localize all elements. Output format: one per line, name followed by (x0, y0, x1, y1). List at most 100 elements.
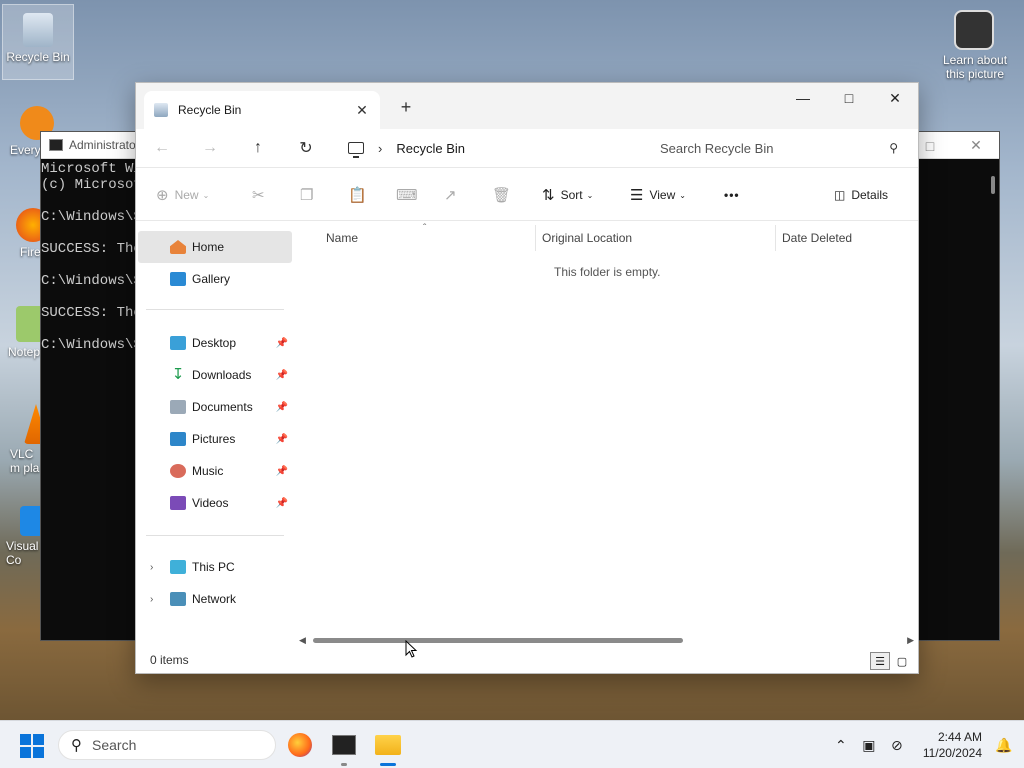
nav-item-gallery[interactable]: Gallery (138, 263, 292, 295)
file-explorer-window[interactable]: Recycle Bin ✕ + — □ ✕ ← → ↑ ↻ › Recycle … (135, 82, 919, 674)
start-button[interactable] (20, 734, 44, 758)
chevron-down-icon: ⌄ (679, 190, 686, 200)
paste-button[interactable]: 📋 (348, 168, 373, 222)
pin-icon[interactable]: 📌 (276, 434, 288, 445)
plus-circle-icon: ⊕ (156, 187, 169, 204)
this-pc-icon (170, 560, 186, 574)
details-pane-button[interactable]: ◫ Details (834, 168, 888, 222)
file-list-pane[interactable]: ˆ Name Original Location Date Deleted Th… (296, 223, 918, 643)
address-bar: ← → ↑ ↻ › Recycle Bin Search Recycle Bin… (136, 129, 918, 167)
pin-icon[interactable]: 📌 (276, 370, 288, 381)
nav-item-network[interactable]: › Network (138, 583, 292, 615)
nav-item-label: Downloads (192, 368, 252, 382)
copy-button[interactable]: ❐ (300, 168, 319, 222)
network-status-icon[interactable]: ▣ (855, 737, 883, 754)
scroll-left-icon[interactable]: ◀ (299, 635, 306, 646)
breadcrumb-item[interactable]: Recycle Bin (396, 141, 465, 156)
rename-button[interactable]: ⌨ (396, 168, 424, 222)
refresh-button[interactable]: ↻ (282, 129, 330, 167)
taskbar-firefox[interactable] (284, 729, 316, 761)
cut-button[interactable]: ✂ (252, 168, 271, 222)
details-view-icon[interactable]: ☰ (870, 652, 890, 670)
videos-icon (170, 496, 186, 510)
minimize-button[interactable]: — (780, 83, 826, 113)
nav-item-label: Home (192, 240, 225, 254)
taskbar-search[interactable]: ⚲ Search (58, 730, 276, 760)
column-date-deleted[interactable]: Date Deleted (776, 225, 916, 251)
download-icon: ↧ (171, 366, 185, 383)
command-bar: ⊕ New ⌄ ✂ ❐ 📋 ⌨ ↗ 🗑 ⇅ Sort ⌄ ☰ View ⌄ ••… (136, 167, 918, 221)
active-indicator (380, 763, 396, 766)
terminal-scrollbar[interactable] (991, 176, 995, 194)
paste-icon: 📋 (348, 187, 367, 204)
sort-button[interactable]: ⇅ Sort ⌄ (542, 168, 593, 222)
notification-bell-icon[interactable]: 🔔 (990, 737, 1018, 754)
pin-icon[interactable]: 📌 (276, 498, 288, 509)
column-label: Date Deleted (782, 231, 853, 245)
tiles-view-icon[interactable]: ▢ (892, 652, 912, 670)
pin-icon[interactable]: 📌 (276, 466, 288, 477)
maximize-button[interactable]: □ (826, 83, 872, 113)
scissors-icon: ✂ (252, 187, 265, 204)
pin-icon[interactable]: 📌 (276, 402, 288, 413)
search-input[interactable]: Search Recycle Bin ⚲ (646, 133, 908, 163)
column-name[interactable]: Name (320, 225, 536, 251)
scrollbar-thumb[interactable] (313, 638, 683, 643)
chevron-right-icon[interactable]: › (150, 594, 153, 605)
view-label: View (649, 188, 676, 202)
chevron-down-icon: ⌄ (586, 190, 594, 200)
nav-item-documents[interactable]: Documents 📌 (138, 391, 292, 423)
column-original-location[interactable]: Original Location (536, 225, 776, 251)
pin-icon[interactable]: 📌 (276, 338, 288, 349)
horizontal-scrollbar[interactable]: ◀ ▶ (296, 635, 914, 647)
nav-item-desktop[interactable]: Desktop 📌 (138, 327, 292, 359)
taskbar-terminal[interactable] (328, 729, 360, 766)
taskbar-file-explorer[interactable] (372, 729, 404, 766)
nav-item-this-pc[interactable]: › This PC (138, 551, 292, 583)
clock-date: 11/20/2024 (922, 746, 982, 760)
desktop-icon-learn-about-picture[interactable]: Learn about this picture (938, 10, 1010, 81)
nav-item-music[interactable]: Music 📌 (138, 455, 292, 487)
tab-recycle-bin[interactable]: Recycle Bin ✕ (144, 91, 380, 129)
close-icon[interactable]: ✕ (953, 132, 999, 159)
up-button[interactable]: ↑ (234, 129, 282, 167)
nav-item-downloads[interactable]: ↧ Downloads 📌 (138, 359, 292, 391)
desktop-icon-recycle-bin[interactable]: Recycle Bin (2, 4, 74, 80)
explorer-titlebar[interactable]: Recycle Bin ✕ + — □ ✕ (136, 83, 918, 129)
nav-item-videos[interactable]: Videos 📌 (138, 487, 292, 519)
terminal-icon (332, 735, 356, 755)
empty-folder-message: This folder is empty. (554, 265, 661, 279)
new-tab-button[interactable]: + (396, 97, 416, 118)
scroll-right-icon[interactable]: ▶ (907, 635, 914, 646)
music-icon (170, 464, 186, 478)
nav-item-pictures[interactable]: Pictures 📌 (138, 423, 292, 455)
delete-button[interactable]: 🗑 (492, 168, 517, 222)
chevron-right-icon[interactable]: › (378, 141, 382, 156)
terminal-title: Administrato (69, 138, 136, 152)
nav-item-home[interactable]: Home (138, 231, 292, 263)
view-button[interactable]: ☰ View ⌄ (630, 168, 686, 222)
share-button[interactable]: ↗ (444, 168, 463, 222)
item-count: 0 items (150, 653, 189, 667)
back-button[interactable]: ← (138, 129, 186, 167)
close-tab-icon[interactable]: ✕ (354, 102, 370, 119)
this-pc-icon (348, 142, 364, 158)
forward-button[interactable]: → (186, 129, 234, 167)
more-options-button[interactable]: ••• (724, 168, 740, 222)
recycle-bin-icon (154, 103, 168, 117)
search-placeholder: Search Recycle Bin (660, 140, 774, 156)
desktop-icon-label: VLC m pla (10, 447, 40, 475)
details-label: Details (851, 188, 889, 202)
navigation-pane: Home Gallery Desktop 📌 ↧ Downloads 📌 Doc… (136, 225, 296, 643)
rename-icon: ⌨ (396, 187, 418, 204)
column-label: Name (326, 231, 359, 245)
new-button[interactable]: ⊕ New ⌄ (156, 168, 209, 222)
nav-item-label: Gallery (192, 272, 231, 286)
close-button[interactable]: ✕ (872, 83, 918, 113)
clock[interactable]: 2:44 AM 11/20/2024 (911, 729, 990, 761)
chevron-right-icon[interactable]: › (150, 562, 153, 573)
chevron-up-icon[interactable]: ⌃ (827, 737, 855, 754)
breadcrumb[interactable]: › Recycle Bin (338, 133, 634, 163)
nav-item-label: Pictures (192, 432, 236, 446)
volume-muted-icon[interactable]: ⊘ (883, 737, 911, 754)
